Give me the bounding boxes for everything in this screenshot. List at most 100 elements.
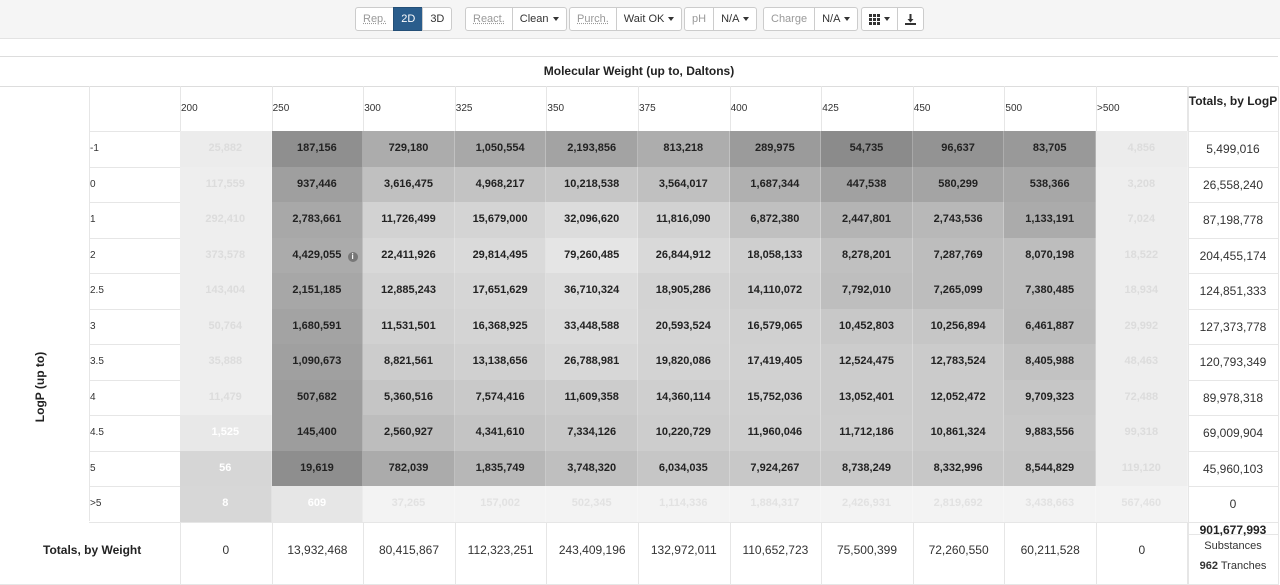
tranche-cell[interactable]: 7,792,010 (821, 273, 913, 309)
tranche-cell[interactable]: 119,120 (1096, 450, 1188, 486)
tranche-cell[interactable]: 538,366 (1004, 166, 1096, 202)
tranche-cell[interactable]: 56 (180, 450, 272, 486)
tranche-cell[interactable]: 7,924,267 (729, 450, 822, 486)
tranche-cell[interactable]: 8,070,198 (1004, 237, 1096, 273)
purch-dropdown[interactable]: Wait OK (615, 7, 683, 31)
tranche-cell[interactable]: 19,619 (271, 450, 364, 486)
tranche-cell[interactable]: 1,884,317 (729, 486, 822, 522)
tranche-cell[interactable]: 2,447,801 (821, 202, 913, 238)
tranche-cell[interactable]: 11,609,358 (546, 379, 638, 415)
tranche-cell[interactable]: 8,544,829 (1004, 450, 1096, 486)
tranche-cell[interactable]: 5,360,516 (363, 379, 455, 415)
tranche-cell[interactable]: 6,034,035 (638, 450, 730, 486)
tranche-cell[interactable]: 22,411,926 (363, 237, 455, 273)
tranche-cell[interactable]: 33,448,588 (546, 308, 638, 344)
tranche-cell[interactable]: 29,992 (1096, 308, 1188, 344)
tranche-cell[interactable]: 48,463 (1096, 344, 1188, 380)
tranche-cell[interactable]: 12,783,524 (912, 344, 1005, 380)
info-icon[interactable]: i (347, 251, 358, 262)
react-dropdown[interactable]: Clean (511, 7, 567, 31)
tranche-cell[interactable]: 18,522 (1096, 237, 1188, 273)
tranche-cell[interactable]: 117,559 (180, 166, 272, 202)
tranche-cell[interactable]: 1,050,554 (454, 131, 547, 167)
tranche-cell[interactable]: 7,024 (1096, 202, 1188, 238)
tranche-cell[interactable]: 7,380,485 (1004, 273, 1096, 309)
charge-dropdown[interactable]: N/A (814, 7, 859, 31)
tranche-cell[interactable]: 2,560,927 (363, 415, 455, 451)
tranche-cell[interactable]: 10,452,803 (821, 308, 913, 344)
tranche-cell[interactable]: 7,574,416 (454, 379, 547, 415)
tranche-cell[interactable]: 37,265 (363, 486, 455, 522)
tranche-cell[interactable]: 7,265,099 (912, 273, 1005, 309)
tranche-cell[interactable]: 9,883,556 (1004, 415, 1096, 451)
ph-dropdown[interactable]: N/A (713, 7, 758, 31)
tranche-cell[interactable]: 157,002 (454, 486, 547, 522)
tranche-cell[interactable]: 8,738,249 (821, 450, 913, 486)
tranche-cell[interactable]: 8,278,201 (821, 237, 913, 273)
tranche-cell[interactable]: 813,218 (638, 131, 730, 167)
tranche-cell[interactable]: 12,052,472 (912, 379, 1005, 415)
tranche-cell[interactable]: 2,426,931 (821, 486, 913, 522)
tranche-cell[interactable]: 8,332,996 (912, 450, 1005, 486)
tranche-cell[interactable]: 10,218,538 (546, 166, 638, 202)
tranche-cell[interactable]: 83,705 (1004, 131, 1096, 167)
tranche-cell[interactable]: 609 (271, 486, 364, 522)
tranche-cell[interactable]: 4,341,610 (454, 415, 547, 451)
tranche-cell[interactable]: 937,446 (271, 166, 364, 202)
tranche-cell[interactable]: 1,680,591 (271, 308, 364, 344)
tranche-cell[interactable]: 6,872,380 (729, 202, 822, 238)
tranche-cell[interactable]: 72,488 (1096, 379, 1188, 415)
tranche-cell[interactable]: 1,525 (180, 415, 272, 451)
tranche-cell[interactable]: 2,783,661 (271, 202, 364, 238)
tranche-cell[interactable]: 99,318 (1096, 415, 1188, 451)
tranche-cell[interactable]: 25,882 (180, 131, 272, 167)
tranche-cell[interactable]: 9,709,323 (1004, 379, 1096, 415)
tranche-cell[interactable]: 18,058,133 (729, 237, 822, 273)
view-dropdown[interactable] (861, 7, 898, 31)
tranche-cell[interactable]: 373,578 (180, 237, 272, 273)
tranche-cell[interactable]: 2,743,536 (912, 202, 1005, 238)
tranche-cell[interactable]: 50,764 (180, 308, 272, 344)
tranche-cell[interactable]: 11,531,501 (363, 308, 455, 344)
tranche-cell[interactable]: 3,438,663 (1004, 486, 1096, 522)
tranche-cell[interactable]: 447,538 (821, 166, 913, 202)
tranche-cell[interactable]: 4,968,217 (454, 166, 547, 202)
tranche-cell[interactable]: 2,151,185 (271, 273, 364, 309)
tranche-cell[interactable]: 2,193,856 (546, 131, 638, 167)
tranche-cell[interactable]: 14,110,072 (729, 273, 822, 309)
tranche-cell[interactable]: 18,934 (1096, 273, 1188, 309)
tranche-cell[interactable]: 143,404 (180, 273, 272, 309)
tranche-cell[interactable]: 96,637 (912, 131, 1005, 167)
tranche-cell[interactable]: 782,039 (363, 450, 455, 486)
tranche-cell[interactable]: 16,368,925 (454, 308, 547, 344)
tranche-cell[interactable]: 289,975 (729, 131, 822, 167)
tranche-cell[interactable]: 13,138,656 (454, 344, 547, 380)
tranche-cell[interactable]: 2,819,692 (912, 486, 1005, 522)
3d-button[interactable]: 3D (422, 7, 453, 31)
tranche-cell[interactable]: 79,260,485 (546, 237, 638, 273)
tranche-cell[interactable]: 35,888 (180, 344, 272, 380)
tranche-cell[interactable]: 19,820,086 (638, 344, 730, 380)
tranche-cell[interactable]: 1,133,191 (1004, 202, 1096, 238)
tranche-cell[interactable]: 7,334,126 (546, 415, 638, 451)
tranche-cell[interactable]: 3,208 (1096, 166, 1188, 202)
tranche-cell[interactable]: 567,460 (1096, 486, 1188, 522)
tranche-cell[interactable]: 16,579,065 (729, 308, 822, 344)
tranche-cell[interactable]: 11,712,186 (821, 415, 913, 451)
tranche-cell[interactable]: 18,905,286 (638, 273, 730, 309)
tranche-cell[interactable]: 729,180 (363, 131, 455, 167)
tranche-cell[interactable]: 1,687,344 (729, 166, 822, 202)
tranche-cell[interactable]: 10,220,729 (638, 415, 730, 451)
tranche-cell[interactable]: 17,651,629 (454, 273, 547, 309)
2d-button[interactable]: 2D (393, 7, 424, 31)
tranche-cell[interactable]: 502,345 (546, 486, 638, 522)
tranche-cell[interactable]: 11,479 (180, 379, 272, 415)
tranche-cell[interactable]: 3,564,017 (638, 166, 730, 202)
tranche-cell[interactable]: 10,256,894 (912, 308, 1005, 344)
tranche-cell[interactable]: 14,360,114 (638, 379, 730, 415)
tranche-cell[interactable]: 8,405,988 (1004, 344, 1096, 380)
tranche-cell[interactable]: 580,299 (912, 166, 1005, 202)
tranche-cell[interactable]: 54,735 (821, 131, 913, 167)
tranche-cell[interactable]: 1,835,749 (454, 450, 547, 486)
tranche-cell[interactable]: 8 (180, 486, 272, 522)
